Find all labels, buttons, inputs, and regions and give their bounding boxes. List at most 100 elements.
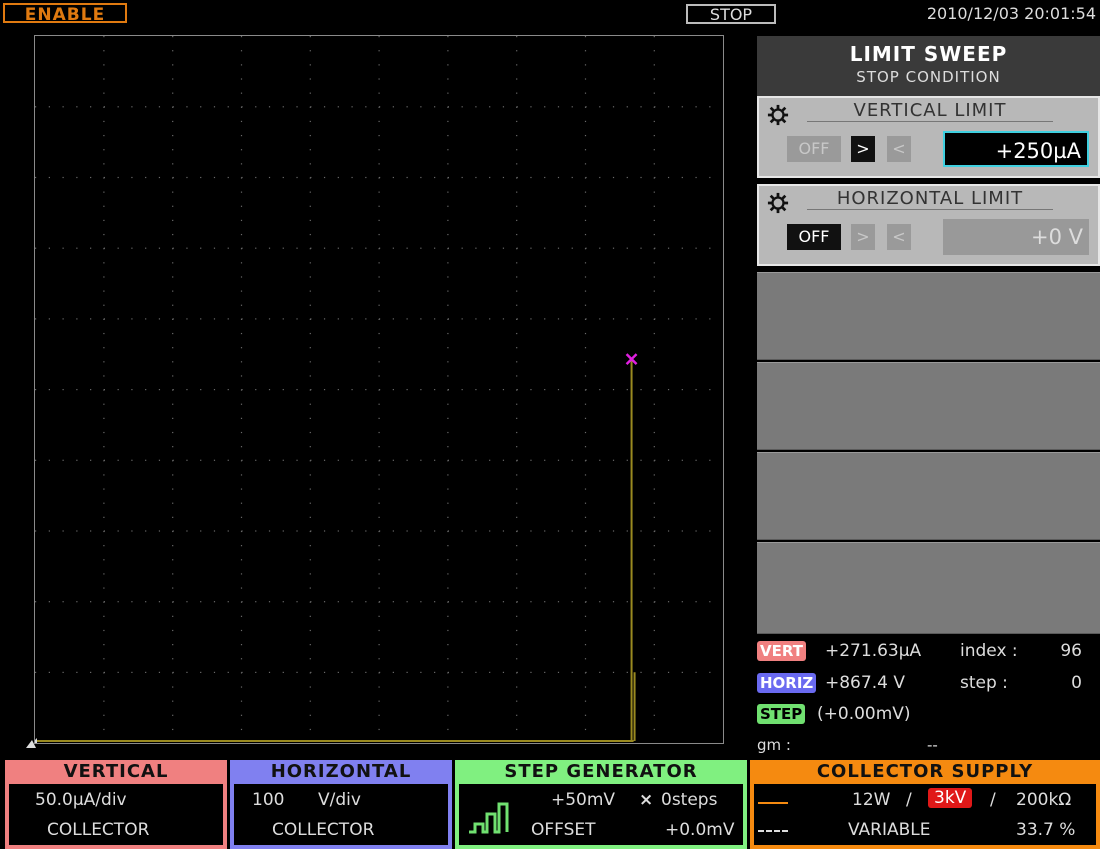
vertical-limit-lt-button[interactable]: < [887,136,911,162]
grid-dot [227,459,229,461]
grid-dot [447,64,449,66]
grid-dot [172,644,174,646]
grid-dot [103,389,105,391]
grid-dot [365,671,367,673]
grid-dot [434,106,436,108]
grid-dot [378,36,380,38]
stop-button[interactable]: STOP [686,4,776,24]
menu-slot-empty[interactable] [757,362,1100,450]
grid-dot [447,36,449,38]
grid-dot [296,389,298,391]
grid-dot [709,247,711,249]
grid-dot [447,233,449,236]
gear-icon[interactable] [767,104,789,126]
grid-dot [378,629,380,632]
grid-dot [392,247,394,249]
grid-dot [489,530,491,532]
grid-dot [48,106,50,108]
grid-dot [48,176,50,179]
grid-dot [268,176,271,179]
grid-dot [379,389,381,391]
grid-dot [172,262,174,264]
grid-dot [447,389,449,391]
menu-slot-empty[interactable] [757,452,1100,540]
times-icon: × [639,790,654,810]
grid-dot [489,176,491,179]
grid-dot [158,247,161,249]
grid-dot [117,176,119,179]
grid-dot [516,615,518,617]
grid-dot [309,262,311,264]
grid-dot [282,176,284,179]
grid-dot [447,332,449,335]
grid-dot [406,389,408,391]
horizontal-scale-num: 100 [252,790,285,810]
menu-slot-empty[interactable] [757,272,1100,360]
collector-supply-panel[interactable]: COLLECTOR SUPPLY 12W / 3kV / 200kΩ VARIA… [750,760,1100,849]
grid-dot [90,106,92,108]
grid-dot [447,304,449,306]
grid-dot [516,488,518,490]
grid-dot [489,389,491,391]
grid-dot [323,601,326,603]
grid-dot [654,601,656,603]
grid-dot [406,176,408,179]
grid-dot [378,474,380,476]
horizontal-limit-value[interactable]: +0 V [943,219,1089,255]
grid-dot [90,389,92,391]
grid-dot [62,247,64,249]
grid-dot [310,318,312,320]
grid-dot [35,459,37,461]
vertical-limit-value[interactable]: +250µA [943,131,1089,167]
grid-dot [172,700,174,702]
grid-dot [571,601,573,603]
grid-dot [186,318,188,320]
vertical-limit-off-button[interactable]: OFF [787,136,841,162]
grid-dot [447,262,449,264]
grid-dot [516,120,518,123]
grid-dot [172,545,174,547]
grid-dot [571,318,573,320]
grid-dot [475,247,477,249]
vertical-panel[interactable]: VERTICAL 50.0µA/div COLLECTOR [5,760,227,849]
grid-dot [103,332,105,335]
horizontal-limit-gt-button[interactable]: > [851,224,875,250]
grid-dot [309,36,311,38]
gear-icon[interactable] [767,192,789,214]
grid-dot [626,530,628,532]
step-generator-panel[interactable]: STEP GENERATOR +50mV × 0steps OFFSET +0.… [455,760,747,849]
grid-dot [392,389,394,391]
grid-dot [516,389,518,391]
grid-dot [584,545,587,547]
grid-dot [240,728,243,731]
grid-dot [447,530,449,532]
grid-dot [309,191,311,193]
grid-dot [240,219,243,222]
grid-dot [584,629,587,632]
grid-dot [447,686,449,688]
enable-button[interactable]: ENABLE [3,3,127,25]
horizontal-limit-lt-button[interactable]: < [887,224,911,250]
grid-dot [584,92,587,94]
horizontal-panel[interactable]: HORIZONTAL 100 V/div COLLECTOR [230,760,452,849]
grid-dot [378,587,380,589]
grid-dot [653,474,655,476]
step-tag: STEP [757,704,806,724]
grid-dot [309,304,311,306]
grid-dot [585,106,587,108]
grid-dot [309,134,311,137]
grid-dot [310,176,312,179]
step-count: 0steps [661,790,718,810]
grid-dot [378,361,380,363]
vertical-limit-gt-button[interactable]: > [851,136,875,162]
grid-dot [544,247,546,249]
grid-dot [447,205,449,207]
menu-slot-empty[interactable] [757,542,1100,634]
grid-dot [378,559,380,561]
grid-dot [420,601,422,603]
horizontal-limit-off-button[interactable]: OFF [787,224,841,250]
grid-dot [653,361,655,363]
grid-dot [103,64,105,66]
grid-dot [131,459,133,461]
grid-dot [447,318,449,320]
